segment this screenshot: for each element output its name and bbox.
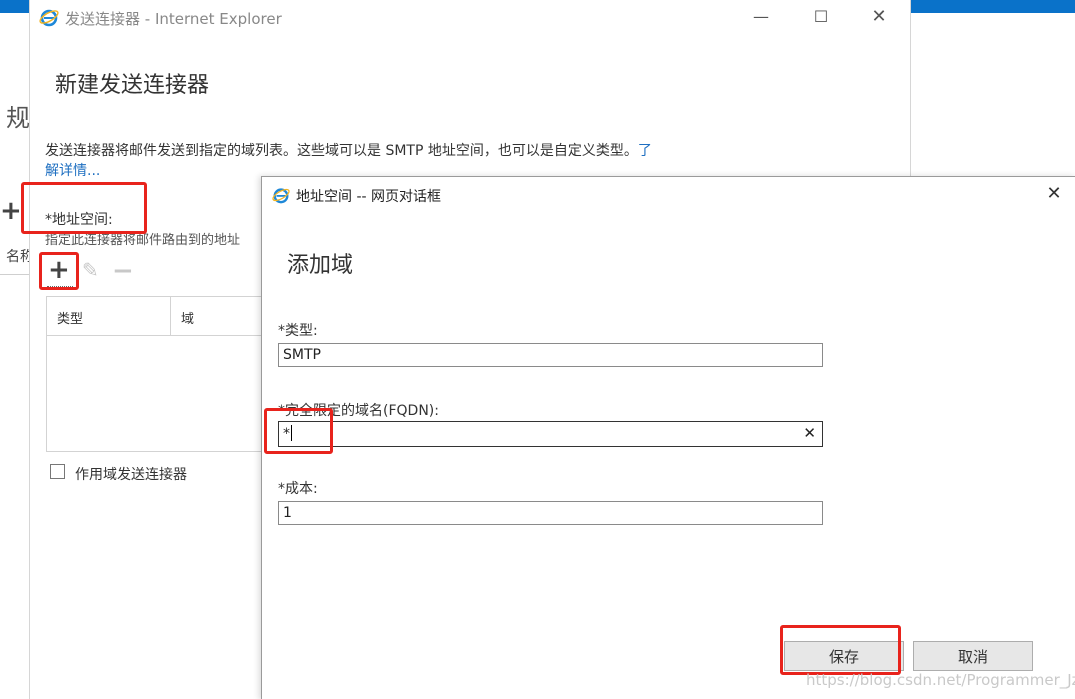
- address-space-dialog: 地址空间 -- 网页对话框 ✕ 添加域 *类型: SMTP *完全限定的域名(F…: [261, 176, 1075, 699]
- edit-icon[interactable]: ✎: [82, 258, 99, 282]
- annotation-add-button: [39, 252, 79, 290]
- ie-titlebar: 发送连接器 - Internet Explorer — ☐ ✕: [30, 0, 910, 34]
- background-add-icon[interactable]: +: [0, 196, 22, 226]
- background-page-title: 规: [6, 104, 30, 132]
- cost-value: 1: [283, 505, 292, 521]
- address-space-table: 类型 域: [46, 296, 268, 452]
- annotation-save-button: [780, 625, 901, 675]
- annotation-address-space: [21, 182, 147, 234]
- dialog-close-button[interactable]: ✕: [1040, 181, 1068, 207]
- maximize-button[interactable]: ☐: [806, 4, 836, 30]
- type-label: *类型:: [278, 323, 318, 339]
- background-divider: [0, 274, 30, 275]
- page-title: 新建发送连接器: [55, 73, 210, 98]
- cost-label: *成本:: [278, 481, 318, 497]
- type-value: SMTP: [283, 347, 321, 363]
- column-separator: [170, 297, 171, 335]
- type-field[interactable]: SMTP: [278, 343, 823, 367]
- table-header: 类型 域: [47, 297, 267, 336]
- column-header-domain[interactable]: 域: [181, 308, 194, 327]
- minimize-button[interactable]: —: [746, 4, 776, 30]
- annotation-fqdn-field: [264, 408, 333, 454]
- cancel-button[interactable]: 取消: [913, 641, 1033, 671]
- fqdn-input[interactable]: * ✕: [278, 421, 823, 447]
- column-header-type[interactable]: 类型: [57, 308, 83, 327]
- dialog-title: 地址空间 -- 网页对话框: [296, 189, 442, 205]
- cost-input[interactable]: 1: [278, 501, 823, 525]
- description-text: 发送连接器将邮件发送到指定的域列表。这些域可以是 SMTP 地址空间，也可以是自…: [45, 143, 638, 159]
- clear-icon[interactable]: ✕: [803, 424, 816, 442]
- window-title: 发送连接器 - Internet Explorer: [65, 10, 282, 28]
- description: 发送连接器将邮件发送到指定的域列表。这些域可以是 SMTP 地址空间，也可以是自…: [45, 141, 665, 181]
- dialog-heading: 添加域: [287, 253, 354, 278]
- watermark: https://blog.csdn.net/Programmer_Jz: [806, 671, 1075, 689]
- close-button[interactable]: ✕: [864, 4, 894, 30]
- remove-icon[interactable]: −: [112, 256, 134, 286]
- internet-explorer-icon: [39, 9, 59, 27]
- internet-explorer-icon: [272, 188, 290, 204]
- scoped-connector-checkbox[interactable]: [50, 464, 65, 479]
- scoped-connector-label: 作用域发送连接器: [75, 467, 187, 483]
